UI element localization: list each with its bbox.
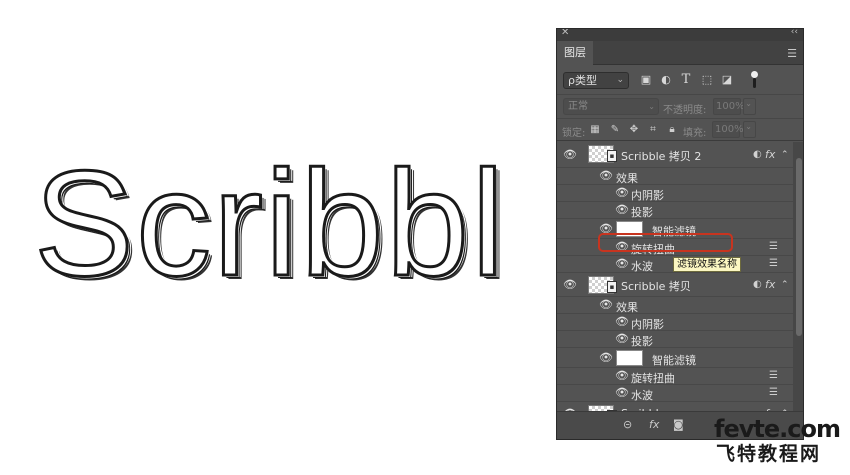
fx-icon[interactable]: fx [765, 278, 775, 291]
smart-filter-name: 水波 [631, 260, 653, 273]
eye-icon[interactable]: 👁︎ [615, 387, 629, 399]
eye-icon[interactable]: 👁︎ [599, 170, 613, 182]
blend-row: 正常 ⌄ 不透明度: 100% ⌄ [557, 95, 803, 119]
effect-row-inner-shadow[interactable]: 👁︎ 内阴影 [557, 185, 793, 202]
smart-filter-name: 水波 [631, 389, 653, 402]
effects-label: 效果 [616, 172, 638, 185]
eye-icon[interactable]: 👁︎ [615, 333, 629, 345]
eye-icon[interactable]: 👁︎ [563, 279, 577, 291]
smart-object-icon: ▪ [607, 281, 617, 293]
canvas-scribble-text: Scribbl [34, 148, 507, 298]
layer-list-scrollbar[interactable] [793, 142, 803, 412]
chevron-down-icon: ⌄ [745, 99, 752, 108]
twirl-filter-highlight [598, 233, 733, 252]
filter-blending-options-icon[interactable]: ☰ [769, 387, 778, 398]
filter-name-tooltip: 滤镜效果名称 [673, 257, 741, 272]
lock-row: 锁定: ▦ ✎ ✥ ⌗ 🔒︎ 填充: 100% ⌄ [557, 119, 803, 141]
lock-paint-icon[interactable]: ✎ [609, 124, 621, 135]
scrollbar-thumb[interactable] [796, 158, 802, 336]
lock-position-icon[interactable]: ✥ [628, 124, 640, 135]
layer-name[interactable]: Scribble 拷贝 2 [621, 148, 701, 164]
chevron-up-icon[interactable]: ⌃ [781, 280, 789, 290]
effect-name: 内阴影 [631, 318, 664, 331]
shape-filter-icon[interactable]: ⬚ [700, 73, 714, 87]
add-mask-icon[interactable]: ◙ [673, 418, 684, 431]
eye-icon[interactable]: 👁︎ [599, 299, 613, 311]
lock-transparent-icon[interactable]: ▦ [589, 124, 601, 135]
eye-icon[interactable]: 👁︎ [599, 352, 613, 364]
layer-name[interactable]: Scribble 拷贝 [621, 278, 691, 294]
chevron-down-icon: ⌄ [648, 102, 655, 111]
fx-icon[interactable]: fx [765, 148, 775, 161]
panel-tab-row: 图层 ☰ [557, 41, 803, 65]
eye-icon[interactable]: 👁︎ [615, 204, 629, 216]
watermark-site-name: 飞特教程网 [716, 443, 822, 465]
smart-filters-row[interactable]: 👁︎ 智能滤镜 [557, 348, 793, 368]
toggle-track [753, 78, 756, 88]
add-style-icon[interactable]: fx [649, 418, 659, 431]
eye-icon[interactable]: 👁︎ [615, 187, 629, 199]
smart-filter-row-zigzag[interactable]: 👁︎ 水波 ☰ [557, 385, 793, 402]
smart-filter-mask-thumbnail [616, 350, 643, 366]
effect-name: 投影 [631, 206, 653, 219]
filter-blending-options-icon[interactable]: ☰ [769, 258, 778, 269]
effects-row: 👁︎ 效果 [557, 168, 793, 185]
panel-titlebar: ✕ ‹‹ [557, 29, 803, 41]
layer-list: 👁︎ ▪ Scribble 拷贝 2 ◐ fx ⌃ 👁︎ 效果 👁︎ 内阴影 👁… [557, 142, 793, 426]
smart-filter-link-icon: ◐ [753, 279, 762, 290]
effect-row-drop-shadow[interactable]: 👁︎ 投影 [557, 202, 793, 219]
panel-menu-icon[interactable]: ☰ [787, 47, 797, 60]
chevron-down-icon: ⌄ [616, 75, 624, 85]
lock-label: 锁定: [562, 128, 586, 139]
filter-toggle[interactable] [751, 71, 758, 89]
blend-mode-value: 正常 [568, 101, 588, 112]
fill-field[interactable]: 100% [712, 121, 744, 138]
lock-artboard-icon[interactable]: ⌗ [647, 124, 659, 135]
filter-blending-options-icon[interactable]: ☰ [769, 241, 778, 252]
effect-row-inner-shadow[interactable]: 👁︎ 内阴影 [557, 314, 793, 331]
effects-row: 👁︎ 效果 [557, 297, 793, 314]
fill-label: 填充: [683, 128, 707, 139]
eye-icon[interactable]: 👁︎ [563, 149, 577, 161]
watermark-domain: fevte.com [714, 415, 841, 443]
blend-mode-select[interactable]: 正常 ⌄ [563, 98, 659, 115]
layer-row-scribble-copy[interactable]: 👁︎ ▪ Scribble 拷贝 ◐ fx ⌃ [557, 273, 793, 297]
eye-icon[interactable]: 👁︎ [615, 258, 629, 270]
smart-filter-link-icon: ◐ [753, 149, 762, 160]
tab-layers[interactable]: 图层 [557, 41, 593, 65]
effect-row-drop-shadow[interactable]: 👁︎ 投影 [557, 331, 793, 348]
close-icon[interactable]: ✕ [561, 29, 569, 38]
filter-row: ρ类型 ⌄ ▣ ◐ T ⬚ ◪ [557, 65, 803, 95]
opacity-label: 不透明度: [663, 105, 707, 116]
lock-all-icon[interactable]: 🔒︎ [666, 124, 678, 135]
adjustment-filter-icon[interactable]: ◐ [659, 73, 673, 87]
smart-filter-row-twirl[interactable]: 👁︎ 旋转扭曲 ☰ [557, 368, 793, 385]
link-layers-icon[interactable]: ⊝ [623, 418, 632, 431]
effect-name: 内阴影 [631, 189, 664, 202]
eye-icon[interactable]: 👁︎ [615, 316, 629, 328]
effects-label: 效果 [616, 301, 638, 314]
filter-kind-select[interactable]: ρ类型 ⌄ [563, 72, 629, 89]
smart-object-icon: ▪ [607, 150, 617, 162]
eye-icon[interactable]: 👁︎ [615, 370, 629, 382]
chevron-down-icon: ⌄ [745, 122, 752, 131]
effect-name: 投影 [631, 335, 653, 348]
opacity-dropdown-button[interactable]: ⌄ [743, 98, 756, 115]
smart-filters-label: 智能滤镜 [652, 354, 696, 367]
collapse-icon[interactable]: ‹‹ [791, 29, 798, 37]
fill-dropdown-button[interactable]: ⌄ [743, 121, 756, 138]
layer-row-scribble-copy-2[interactable]: 👁︎ ▪ Scribble 拷贝 2 ◐ fx ⌃ [557, 142, 793, 168]
image-filter-icon[interactable]: ▣ [639, 73, 653, 87]
toggle-knob [751, 71, 758, 78]
filter-kind-label: ρ类型 [568, 74, 597, 87]
smart-filter-name: 旋转扭曲 [631, 372, 675, 385]
chevron-up-icon[interactable]: ⌃ [781, 150, 789, 160]
smart-object-filter-icon[interactable]: ◪ [720, 73, 734, 87]
type-filter-icon[interactable]: T [679, 73, 693, 87]
filter-blending-options-icon[interactable]: ☰ [769, 370, 778, 381]
opacity-field[interactable]: 100% [713, 98, 745, 115]
